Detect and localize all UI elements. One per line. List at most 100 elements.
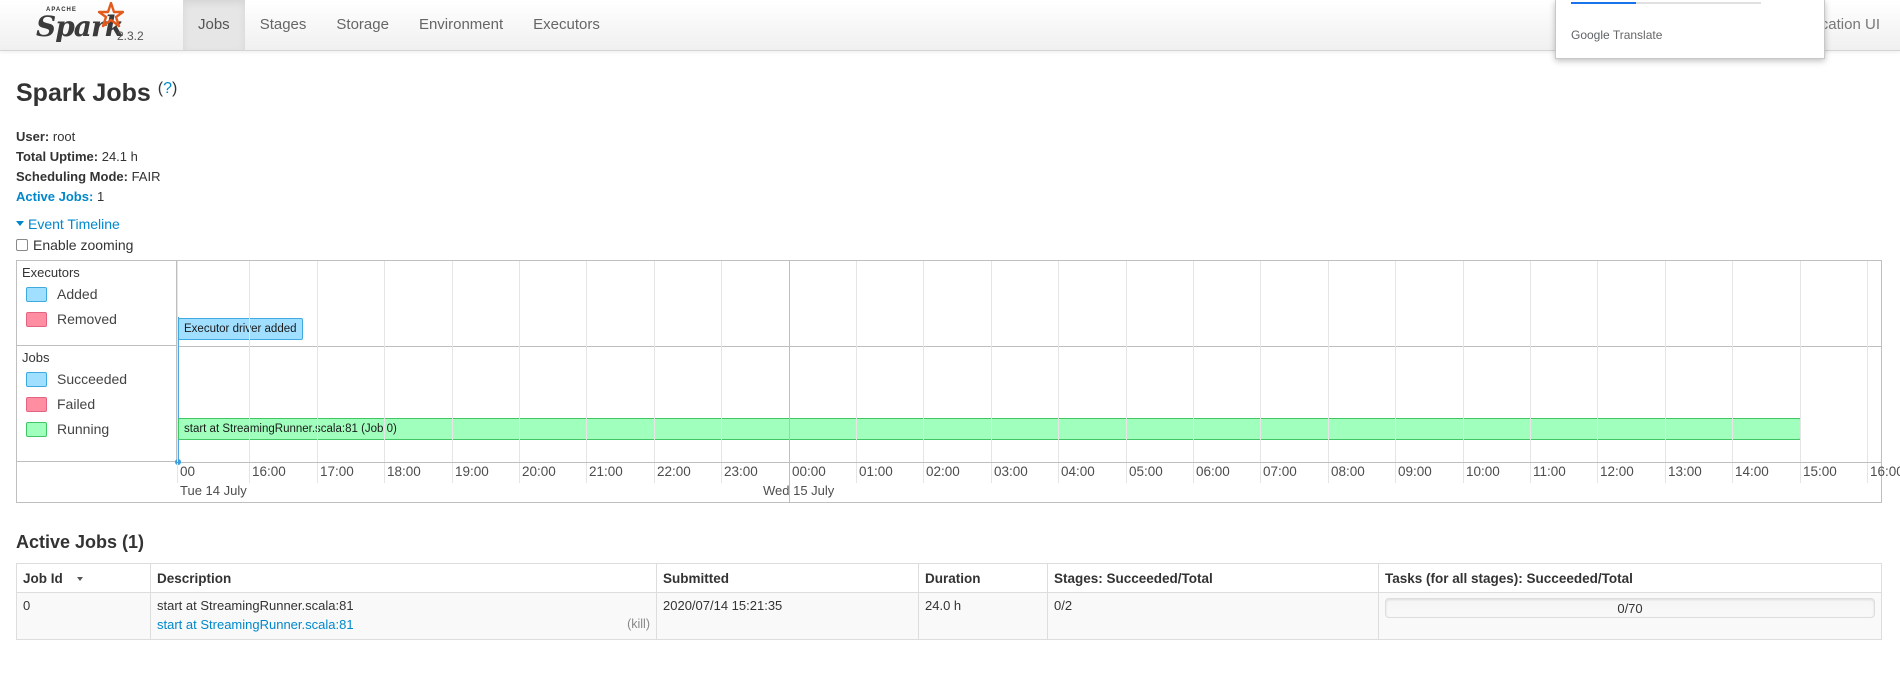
description-line2: start at StreamingRunner.scala:81 (kill) — [157, 617, 650, 632]
timeline-tick — [1530, 463, 1531, 483]
timeline-time-label: 15:00 — [1803, 464, 1837, 479]
job-summary: User: root Total Uptime: 24.1 h Scheduli… — [16, 127, 160, 207]
timeline-time-label: 13:00 — [1668, 464, 1702, 479]
tab-storage[interactable]: Storage — [321, 0, 404, 50]
active-jobs-table: Job Id Description Submitted Duration St… — [16, 563, 1882, 640]
tasks-cell: 0/70 — [1378, 592, 1882, 640]
translate-wordmark: Translate — [1612, 28, 1663, 42]
timeline-tick — [586, 463, 587, 483]
timeline-gridline — [1126, 261, 1127, 462]
timeline-gridline — [1058, 261, 1059, 462]
timeline-time-label: 01:00 — [859, 464, 893, 479]
user-label: User: — [16, 129, 50, 144]
legend-removed-label: Removed — [57, 311, 117, 327]
col-description[interactable]: Description — [150, 563, 657, 593]
timeline-tick — [721, 463, 722, 483]
timeline-time-label: 02:00 — [926, 464, 960, 479]
translate-tab-indicator — [1571, 2, 1636, 4]
description-text: start at StreamingRunner.scala:81 — [157, 598, 354, 613]
active-jobs-count: 1 — [96, 189, 105, 204]
timeline-gridline — [721, 261, 722, 462]
job-running-item[interactable]: start at StreamingRunner.scala:81 (Job 0… — [178, 418, 1801, 440]
legend-added-label: Added — [57, 286, 98, 302]
timeline-time-label: 07:00 — [1263, 464, 1297, 479]
tab-executors[interactable]: Executors — [518, 0, 615, 50]
date-label-tue: Tue 14 July — [180, 483, 247, 498]
timeline-axis-line — [177, 462, 1882, 463]
timeline-gridline — [1395, 261, 1396, 462]
timeline-tick — [452, 463, 453, 483]
timeline-tick — [1597, 463, 1598, 483]
uptime-label: Total Uptime: — [16, 149, 99, 164]
enable-zooming-checkbox[interactable] — [16, 239, 28, 251]
tab-stages[interactable]: Stages — [245, 0, 322, 50]
timeline-tick — [923, 463, 924, 483]
help-link[interactable]: ? — [163, 80, 172, 97]
enable-zooming[interactable]: Enable zooming — [16, 237, 133, 253]
timeline-gridline — [249, 261, 250, 462]
timeline-gridline — [177, 261, 178, 462]
spark-version: 2.3.2 — [117, 29, 144, 43]
timeline-tick — [384, 463, 385, 483]
timeline-time-label: 00:00 — [792, 464, 826, 479]
timeline-tick — [1463, 463, 1464, 483]
timeline-group-divider — [177, 346, 1882, 347]
spark-logo[interactable]: APACHE Spark 2.3.2 — [36, 2, 166, 48]
timeline-tick — [249, 463, 250, 483]
google-translate-popup[interactable]: Google Translate — [1555, 0, 1825, 59]
col-job-id[interactable]: Job Id — [16, 563, 151, 593]
job-id-cell: 0 — [16, 592, 151, 640]
timeline-time-label: 16:00 — [252, 464, 286, 479]
tasks-progress-text: 0/70 — [1617, 601, 1643, 616]
nav-tabs: Jobs Stages Storage Environment Executor… — [183, 0, 615, 51]
legend-running-label: Running — [57, 421, 110, 437]
executor-added-item[interactable]: Executor driver added — [178, 318, 303, 340]
timeline-tick — [654, 463, 655, 483]
summary-user: User: root — [16, 127, 160, 147]
timeline-time-label: 20:00 — [522, 464, 556, 479]
timeline-tick — [1395, 463, 1396, 483]
timeline-gridline — [654, 261, 655, 462]
timeline-canvas[interactable]: Executor driver added start at Streaming… — [175, 261, 1900, 503]
timeline-time-label: 04:00 — [1061, 464, 1095, 479]
timeline-time-label: 08:00 — [1331, 464, 1365, 479]
active-jobs-title[interactable]: Active Jobs (1) — [16, 532, 144, 553]
job-description-link[interactable]: start at StreamingRunner.scala:81 — [157, 617, 354, 632]
description-cell: start at StreamingRunner.scala:81 start … — [150, 592, 657, 640]
timeline-tick — [1058, 463, 1059, 483]
tab-jobs[interactable]: Jobs — [183, 0, 245, 50]
kill-job-link[interactable]: (kill) — [627, 617, 650, 632]
user-value: root — [52, 129, 76, 144]
timeline-time-label: 00 — [180, 464, 196, 479]
col-submitted[interactable]: Submitted — [656, 563, 919, 593]
active-jobs-link[interactable]: Active Jobs: — [16, 189, 93, 204]
timeline-gridline — [789, 261, 790, 462]
legend-succeeded: Succeeded — [26, 371, 127, 387]
timeline-time-label: 06:00 — [1196, 464, 1230, 479]
col-stages[interactable]: Stages: Succeeded/Total — [1047, 563, 1379, 593]
legend-swatch-succeeded — [26, 371, 47, 387]
duration-cell: 24.0 h — [918, 592, 1048, 640]
mode-value: FAIR — [131, 169, 161, 184]
jobs-group: Jobs Succeeded Failed Running — [17, 346, 177, 462]
timeline-time-label: 03:00 — [994, 464, 1028, 479]
timeline-time-label: 18:00 — [387, 464, 421, 479]
timeline-gridline — [856, 261, 857, 462]
event-timeline[interactable]: Executors Added Removed Jobs Succeeded F… — [16, 260, 1900, 503]
summary-mode: Scheduling Mode: FAIR — [16, 167, 160, 187]
col-duration[interactable]: Duration — [918, 563, 1048, 593]
caret-down-icon — [16, 221, 24, 226]
tab-environment[interactable]: Environment — [404, 0, 518, 50]
event-timeline-toggle[interactable]: Event Timeline — [16, 216, 120, 232]
timeline-time-label: 05:00 — [1129, 464, 1163, 479]
col-tasks[interactable]: Tasks (for all stages): Succeeded/Total — [1378, 563, 1882, 593]
timeline-time-label: 17:00 — [320, 464, 354, 479]
timeline-tick — [1328, 463, 1329, 483]
timeline-tick — [1126, 463, 1127, 483]
legend-swatch-running — [26, 421, 47, 437]
timeline-time-label: 22:00 — [657, 464, 691, 479]
timeline-gridline — [923, 261, 924, 462]
timeline-time-label: 09:00 — [1398, 464, 1432, 479]
jobs-group-title: Jobs — [22, 350, 50, 365]
app-name: cation UI — [1820, 16, 1880, 33]
